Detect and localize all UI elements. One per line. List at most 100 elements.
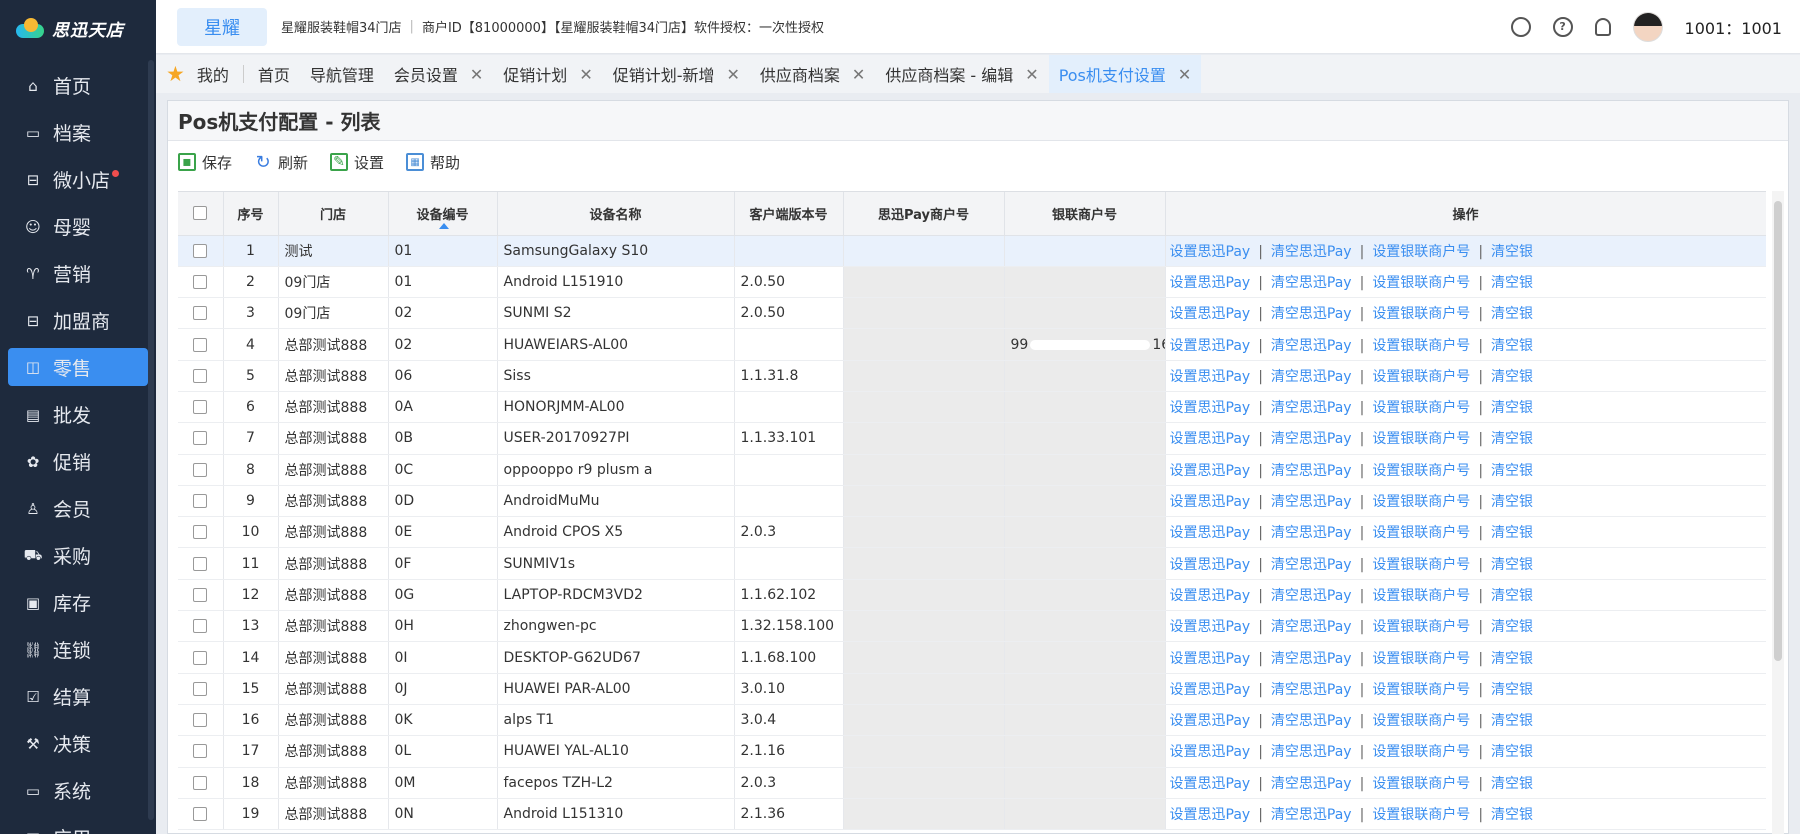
action-link[interactable]: 清空思迅Pay (1271, 244, 1352, 260)
action-link[interactable]: 清空银 (1491, 651, 1533, 667)
action-link[interactable]: 设置思迅Pay (1170, 776, 1251, 792)
sidebar-item[interactable]: ⛓ 连锁 (0, 626, 156, 673)
avatar[interactable] (1632, 11, 1663, 42)
action-link[interactable]: 清空银 (1491, 431, 1533, 447)
tab[interactable]: 供应商档案 - 编辑 ✕ (875, 55, 1048, 93)
action-link[interactable]: 设置思迅Pay (1170, 807, 1251, 823)
close-icon[interactable]: ✕ (470, 65, 483, 84)
action-link[interactable]: 设置思迅Pay (1170, 682, 1251, 698)
row-checkbox[interactable] (193, 806, 208, 821)
row-checkbox[interactable] (193, 243, 208, 258)
close-icon[interactable]: ✕ (1025, 65, 1038, 84)
action-link[interactable]: 清空银 (1491, 776, 1533, 792)
action-link[interactable]: 设置思迅Pay (1170, 588, 1251, 604)
action-link[interactable]: 清空银 (1491, 619, 1533, 635)
table-row[interactable]: 19 总部测试888 0N Android L151310 2.1.36 设置思迅Pay |… (178, 798, 1766, 831)
table-row[interactable]: 16 总部测试888 0K alps T1 3.0.4 设置思迅Pay | 清空思迅Pay | 设… (178, 704, 1766, 737)
action-link[interactable]: 设置银联商户号 (1372, 682, 1470, 698)
col-header[interactable]: 序号 (223, 192, 279, 236)
action-link[interactable]: 设置思迅Pay (1170, 306, 1251, 322)
row-checkbox[interactable] (193, 587, 208, 602)
sidebar-item[interactable]: ⛟ 采购 (0, 532, 156, 579)
select-all-checkbox[interactable] (193, 206, 208, 221)
action-link[interactable]: 设置银联商户号 (1372, 338, 1470, 354)
sidebar-item[interactable]: ▣ 库存 (0, 579, 156, 626)
action-link[interactable]: 清空银 (1491, 588, 1533, 604)
action-link[interactable]: 设置思迅Pay (1170, 557, 1251, 573)
action-link[interactable]: 设置银联商户号 (1372, 494, 1470, 510)
table-row[interactable]: 17 总部测试888 0L HUAWEI YAL-AL10 2.1.16 设置思迅Pay |… (178, 735, 1766, 768)
sidebar-item[interactable]: ♈ 营销 (0, 250, 156, 297)
scrollbar-thumb[interactable] (1774, 201, 1782, 661)
action-link[interactable]: 清空银 (1491, 306, 1533, 322)
table-row[interactable]: 15 总部测试888 0J HUAWEI PAR-AL00 3.0.10 设置思迅Pay |… (178, 673, 1766, 705)
sidebar-item[interactable]: ▤ 批发 (0, 391, 156, 438)
tab-favorites[interactable]: ★ 我的 (156, 55, 239, 93)
row-checkbox[interactable] (193, 306, 208, 321)
table-row[interactable]: 18 总部测试888 0M facepos TZH-L2 2.0.3 设置思迅Pay | 清空… (178, 767, 1766, 799)
action-link[interactable]: 清空银 (1491, 713, 1533, 729)
action-link[interactable]: 设置银联商户号 (1372, 807, 1470, 823)
settings-button[interactable]: ✎ 设置 (330, 152, 384, 173)
tab[interactable]: 促销计划-新增 ✕ (603, 55, 750, 93)
action-link[interactable]: 清空思迅Pay (1271, 431, 1352, 447)
col-header[interactable]: 客户端版本号 (734, 192, 844, 236)
action-link[interactable]: 清空银 (1491, 525, 1533, 541)
col-header[interactable]: 门店 (278, 192, 389, 236)
sidebar-item[interactable]: ✿ 促销 (0, 438, 156, 485)
action-link[interactable]: 清空银 (1491, 338, 1533, 354)
action-link[interactable]: 设置银联商户号 (1372, 557, 1470, 573)
action-link[interactable]: 清空银 (1491, 275, 1533, 291)
action-link[interactable]: 清空银 (1491, 369, 1533, 385)
action-link[interactable]: 清空思迅Pay (1271, 463, 1352, 479)
user-label[interactable]: 1001：1001 (1685, 15, 1782, 39)
action-link[interactable]: 清空银 (1491, 494, 1533, 510)
table-row[interactable]: 4总部测试88802HUAWEIARS-AL00 99 1634 设置思迅Pay | 清空… (178, 328, 1766, 361)
col-header[interactable]: 思迅Pay商户号 (843, 192, 1005, 236)
save-button[interactable]: ▪ 保存 (178, 152, 232, 173)
action-link[interactable]: 清空银 (1491, 807, 1533, 823)
action-link[interactable]: 清空银 (1491, 682, 1533, 698)
help-icon[interactable]: ? (1552, 16, 1573, 37)
refresh-button[interactable]: ↻ 刷新 (254, 152, 308, 173)
action-link[interactable]: 设置思迅Pay (1170, 463, 1251, 479)
action-link[interactable]: 设置银联商户号 (1372, 369, 1470, 385)
action-link[interactable]: 清空思迅Pay (1271, 619, 1352, 635)
sidebar-item[interactable]: ▭ 系统 (0, 767, 156, 814)
action-link[interactable]: 设置思迅Pay (1170, 338, 1251, 354)
action-link[interactable]: 设置银联商户号 (1372, 306, 1470, 322)
help-button[interactable]: ▦ 帮助 (406, 152, 460, 173)
row-checkbox[interactable] (193, 713, 208, 728)
action-link[interactable]: 设置银联商户号 (1372, 525, 1470, 541)
sidebar-item[interactable]: ⊟ 加盟商 (0, 297, 156, 344)
action-link[interactable]: 设置思迅Pay (1170, 275, 1251, 291)
bell-icon[interactable] (1594, 17, 1611, 36)
close-icon[interactable]: ✕ (579, 65, 592, 84)
table-row[interactable]: 5 总部测试888 06 Siss 1.1.31.8 设置思迅Pay | 清空思迅Pay | 设置… (178, 360, 1766, 392)
action-link[interactable]: 清空银 (1491, 400, 1533, 416)
action-link[interactable]: 设置银联商户号 (1372, 463, 1470, 479)
search-icon[interactable] (1510, 16, 1531, 37)
sidebar-item[interactable]: ◫ 零售 (8, 348, 148, 386)
action-link[interactable]: 设置银联商户号 (1372, 400, 1470, 416)
sidebar-item[interactable]: ⌂ 首页 (0, 62, 156, 109)
action-link[interactable]: 设置思迅Pay (1170, 525, 1251, 541)
action-link[interactable]: 清空思迅Pay (1271, 713, 1352, 729)
tab[interactable]: 首页 (248, 55, 300, 93)
sidebar-item[interactable]: ☺ 母婴 (0, 203, 156, 250)
action-link[interactable]: 设置银联商户号 (1372, 713, 1470, 729)
row-checkbox[interactable] (193, 525, 208, 540)
action-link[interactable]: 清空思迅Pay (1271, 400, 1352, 416)
tab[interactable]: Pos机支付设置 ✕ (1048, 55, 1202, 93)
action-link[interactable]: 设置思迅Pay (1170, 431, 1251, 447)
action-link[interactable]: 设置银联商户号 (1372, 651, 1470, 667)
action-link[interactable]: 设置思迅Pay (1170, 619, 1251, 635)
action-link[interactable]: 清空思迅Pay (1271, 588, 1352, 604)
col-header-sorted[interactable]: 设备编号 (388, 192, 498, 236)
row-checkbox[interactable] (193, 337, 208, 352)
action-link[interactable]: 清空银 (1491, 557, 1533, 573)
action-link[interactable]: 清空思迅Pay (1271, 776, 1352, 792)
action-link[interactable]: 清空思迅Pay (1271, 744, 1352, 760)
action-link[interactable]: 设置思迅Pay (1170, 651, 1251, 667)
table-row[interactable]: 14 总部测试888 0I DESKTOP-G62UD67 1.1.68.100 设置思迅… (178, 641, 1766, 674)
